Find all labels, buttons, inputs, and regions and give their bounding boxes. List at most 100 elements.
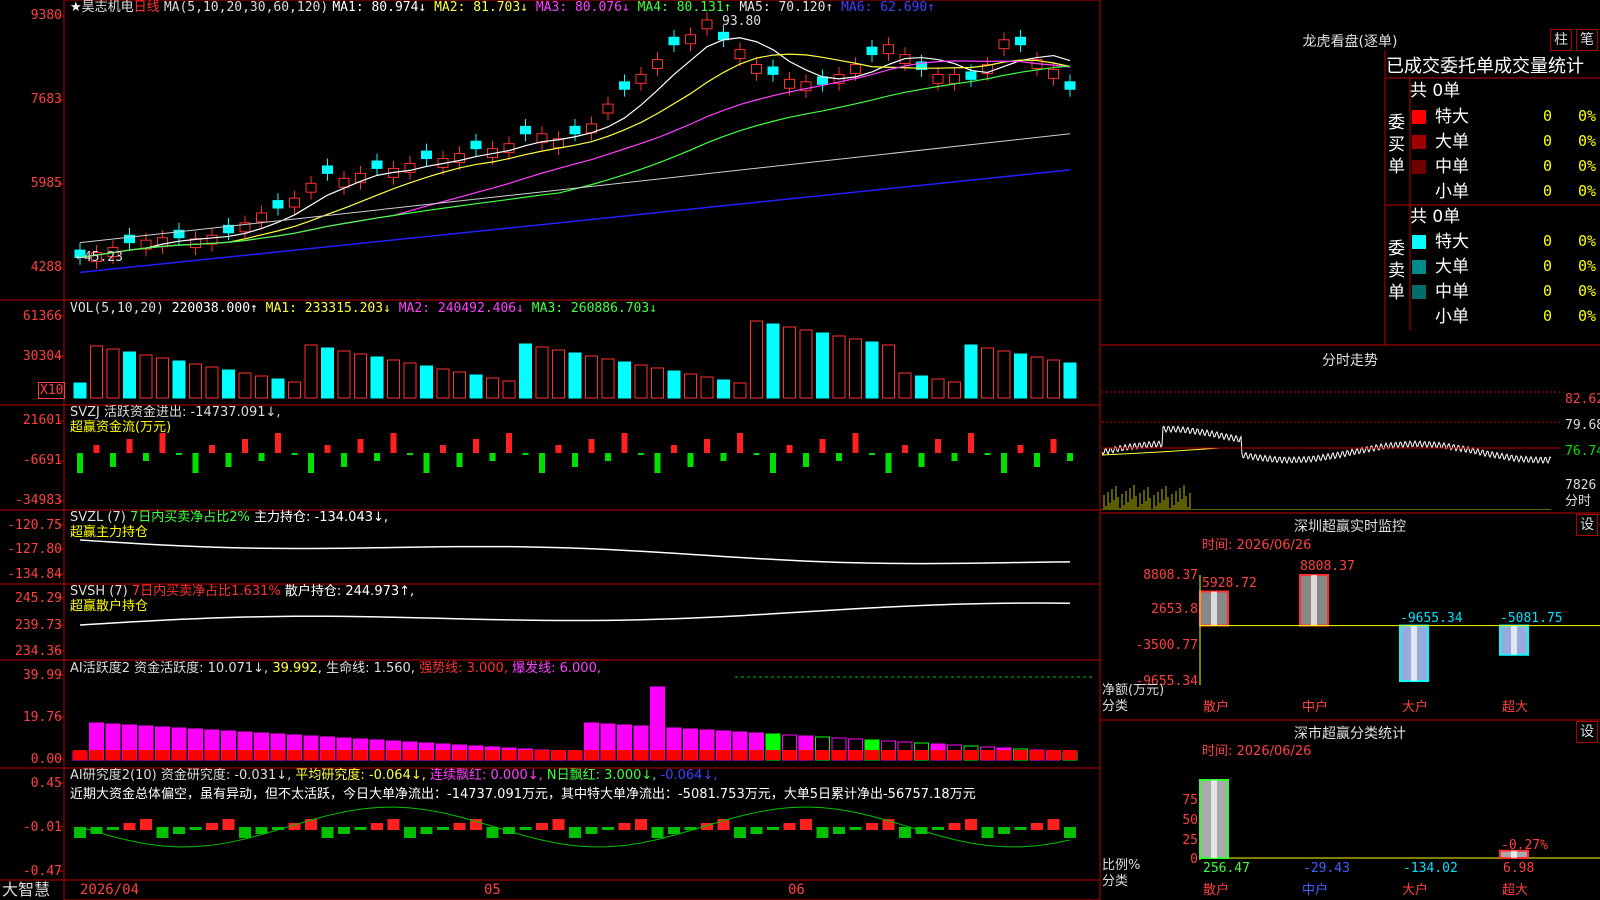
activity-base xyxy=(403,750,417,760)
money-flow-bar xyxy=(456,453,463,467)
volume-bar xyxy=(832,335,846,399)
research-bar xyxy=(668,827,680,834)
y-tick: -134.84 xyxy=(7,567,62,582)
sell-order-label: 委卖单 xyxy=(1388,239,1405,303)
y-tick: 8808.37 xyxy=(1143,568,1198,583)
vol-unit-badge: X10 xyxy=(38,382,66,399)
y-tick: 19.76 xyxy=(22,710,62,725)
candle xyxy=(1048,68,1059,79)
money-flow-bar xyxy=(885,453,892,473)
volume-bar xyxy=(354,353,367,399)
volume-bar xyxy=(601,358,615,399)
activity-base xyxy=(997,750,1011,760)
research-bar xyxy=(552,819,565,830)
tick-mode-button[interactable]: 笔 xyxy=(1576,29,1598,51)
candle xyxy=(685,34,696,45)
volume-bar xyxy=(535,346,549,399)
money-flow-bar xyxy=(621,433,628,453)
activity-base xyxy=(221,750,236,760)
svzl-header: SVZL (7) 7日内买卖净占比2% 主力持仓: -134.043↓, xyxy=(70,510,388,525)
activity-base xyxy=(188,750,203,760)
volume-bar xyxy=(552,349,565,399)
research-bar xyxy=(206,823,218,830)
research-bar xyxy=(387,819,400,830)
y-tick: 7683 xyxy=(30,92,62,107)
ai2-header: AI研究度2(10) 资金研究度: -0.031↓, 平均研究度: -0.064… xyxy=(70,768,717,783)
candle xyxy=(470,140,482,150)
stock-name: 昊志机电 xyxy=(81,0,134,15)
activity-base xyxy=(89,750,104,760)
bar-value-label: 6.98 xyxy=(1503,861,1535,876)
volume-bar xyxy=(453,371,466,399)
volume-bar xyxy=(882,344,895,399)
activity-base xyxy=(799,750,813,760)
research-bar xyxy=(107,827,119,830)
monitor-ylabel: 净额(万元) xyxy=(1102,683,1165,698)
volume-bar xyxy=(255,375,268,399)
chart-canvas[interactable] xyxy=(0,0,1600,900)
money-flow-bar xyxy=(522,453,529,455)
activity-base xyxy=(370,750,384,760)
high-marker: 93.80 xyxy=(722,14,762,29)
money-flow-bar xyxy=(836,453,842,461)
activity-base xyxy=(436,750,450,760)
activity-base xyxy=(106,750,120,760)
volume-bar xyxy=(238,372,252,399)
research-bar xyxy=(1064,827,1076,838)
category-label: 超大 xyxy=(1502,700,1529,715)
svsh-value: 散户持仓: 244.973↑, xyxy=(284,584,415,599)
money-flow-bar xyxy=(209,445,215,453)
activity-base xyxy=(650,750,665,760)
research-bar xyxy=(866,823,878,830)
volume-bar xyxy=(750,320,763,399)
activity-base xyxy=(1013,750,1028,760)
activity-base xyxy=(469,750,483,760)
y-tick: 0 xyxy=(1190,852,1198,867)
volume-bar xyxy=(667,370,681,399)
y-tick: 79.68 xyxy=(1565,418,1600,433)
bar-mode-button[interactable]: 柱 xyxy=(1550,29,1572,51)
activity-base xyxy=(914,750,929,760)
money-flow-bar xyxy=(357,439,364,453)
money-flow-bar xyxy=(1067,453,1073,461)
research-bar xyxy=(981,827,994,838)
y-tick: 82.62 xyxy=(1565,392,1600,407)
svzl-value: 主力持仓: -134.043↓, xyxy=(254,510,389,525)
activity-base xyxy=(700,750,714,760)
order-pct: 0% xyxy=(1578,307,1597,325)
ai2-v3: 连续飘红: 0.000↓, xyxy=(430,768,543,783)
svzl-desc: 7日内买卖净占比2% xyxy=(129,510,250,525)
ai1-v3: 生命线: 1.560, xyxy=(326,661,415,676)
order-qty: 0 xyxy=(1543,282,1553,300)
monitor-settings-button[interactable]: 设 xyxy=(1576,514,1598,536)
money-flow-bar xyxy=(951,453,958,461)
volume-bar xyxy=(436,368,450,399)
order-qty: 0 xyxy=(1543,132,1553,150)
lhb-tabs[interactable]: 已成交委托单成交量统计 xyxy=(1386,56,1584,78)
volume-bar xyxy=(948,381,961,399)
candle xyxy=(652,59,663,69)
activity-base xyxy=(782,750,797,760)
candle xyxy=(371,160,383,169)
money-flow-bar xyxy=(390,433,397,453)
activity-bar xyxy=(650,686,665,761)
activity-base xyxy=(634,750,648,760)
research-bar xyxy=(1014,827,1027,830)
candle xyxy=(520,125,531,135)
classify-title: 深市超赢分类统计 xyxy=(1294,726,1406,742)
activity-base xyxy=(568,750,582,760)
ma-values: MA1: 80.974↓ MA2: 81.703↓ MA3: 80.076↓ M… xyxy=(332,0,935,15)
money-flow-bar xyxy=(770,453,776,473)
activity-base xyxy=(337,750,351,760)
y-tick: 25 xyxy=(1182,833,1198,848)
volume-bar xyxy=(931,378,945,399)
y-tick: 21601 xyxy=(22,413,62,428)
y-tick: -127.80 xyxy=(7,542,62,557)
y-tick: 30304 xyxy=(22,349,62,364)
money-flow-bar xyxy=(374,453,380,461)
classify-settings-button[interactable]: 设 xyxy=(1576,721,1598,743)
money-flow-bar xyxy=(225,453,232,467)
period-label[interactable]: 日线 xyxy=(134,0,160,15)
activity-base xyxy=(254,750,269,760)
research-bar xyxy=(453,823,466,830)
